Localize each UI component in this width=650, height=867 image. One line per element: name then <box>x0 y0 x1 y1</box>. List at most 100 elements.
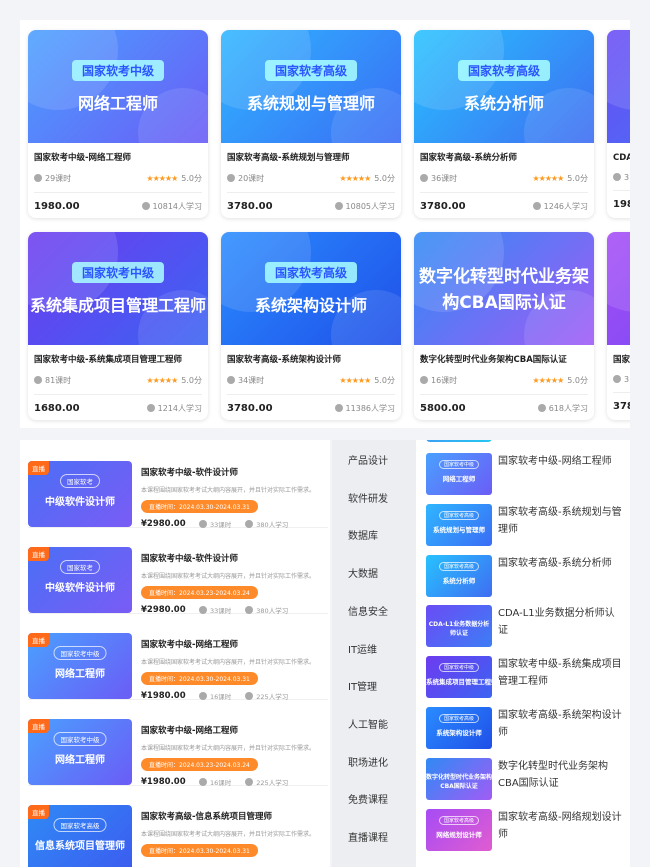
lessons: 34课时 <box>227 375 264 386</box>
course-banner-title: 系统架构设计师 <box>436 729 482 737</box>
course-thumbnail[interactable]: 国家软考高级 系统架构设计师 <box>221 232 401 345</box>
student-count-text: 380人学习 <box>256 521 289 529</box>
student-count: 10805人学习 <box>334 201 395 212</box>
course-card[interactable]: 国家 3 378 <box>607 232 630 420</box>
live-course-thumbnail[interactable]: 直播 国家软考中级 网络工程师 <box>28 719 132 785</box>
course-meta: 81课时 ★★★★★ 5.0分 <box>28 365 208 386</box>
lessons: 16课时 <box>199 691 231 701</box>
course-banner-title: 网络工程师 <box>55 755 105 766</box>
category-item[interactable]: 信息安全 <box>348 603 388 618</box>
recommended-thumbnail[interactable]: 国家软考高级 系统架构设计师 <box>426 707 492 749</box>
student-count: 380人学习 <box>245 605 288 615</box>
course-thumbnail[interactable]: 国家软考中级 系统集成项目管理工程师 <box>28 232 208 345</box>
course-title[interactable]: CDA-L1业务数据分析师认证 <box>607 143 630 163</box>
course-description: 本课程围绕国家软考考试大纲内容展开，并且针对实际工作需求。 <box>141 745 316 752</box>
course-card[interactable]: 国家软考高级 系统架构设计师 国家软考高级-系统架构设计师 34课时 ★★★★★ 5.0分… <box>221 232 401 420</box>
recommended-item[interactable]: 数字化转型时代业务架构CBA国际认证 数字化转型时代业务架构CBA国际认证 <box>426 757 626 804</box>
course-title[interactable]: 国家 <box>607 345 630 365</box>
course-footer: 1980.00 10814人学习 <box>28 193 208 212</box>
course-level-tag: 国家软考高级 <box>438 815 480 825</box>
recommended-thumbnail[interactable]: 国家软考高级 系统分析师 <box>426 554 492 597</box>
course-title[interactable]: 国家软考中级-系统集成项目管理工程师 <box>28 345 208 365</box>
course-banner-title: CDA-L1业务数据分析师认证 <box>428 621 490 638</box>
course-level-tag: 国家软考高级 <box>264 60 358 81</box>
recommended-item[interactable]: 国家软考高级 网络规划设计师 国家软考高级-网络规划设计师 <box>426 808 626 855</box>
course-footer: ¥1980.00 16课时 225人学习 <box>141 691 326 701</box>
category-item[interactable]: 大数据 <box>348 565 378 580</box>
category-item[interactable]: IT管理 <box>348 678 377 693</box>
recommended-title[interactable]: CDA-L1业务数据分析师认证 <box>498 605 622 639</box>
live-course-item[interactable]: 直播 国家软考中级 网络工程师 国家软考中级-网络工程师本课程围绕国家软考考试大纲内容… <box>28 616 328 701</box>
category-item[interactable]: 职场进化 <box>348 754 388 769</box>
live-course-item[interactable]: 直播 国家软考 中级软件设计师 国家软考中级-软件设计师 本课程围绕国家软考考试大纲内容… <box>28 444 328 529</box>
course-price: 1980.00 <box>34 201 80 212</box>
course-thumbnail[interactable]: 国家软考高级 系统分析师 <box>414 30 594 143</box>
live-badge: 直播 <box>28 805 49 819</box>
recommended-thumbnail[interactable]: CDA-L1业务数据分析师认证 <box>426 605 492 648</box>
course-thumbnail[interactable]: 数字化转型时代业务架构CBA国际认证 <box>414 232 594 345</box>
live-course-thumbnail[interactable]: 直播 国家软考中级 网络工程师 <box>28 633 132 699</box>
course-title[interactable]: 国家软考中级-网络工程师 <box>28 143 208 163</box>
recommended-title[interactable]: 国家软考高级-网络规划设计师 <box>498 809 622 843</box>
recommended-thumbnail[interactable]: 国家软考高级 网络规划设计师 <box>426 808 492 851</box>
category-item[interactable]: 数据库 <box>348 527 378 542</box>
category-item[interactable]: 人工智能 <box>348 716 388 731</box>
course-title[interactable]: 国家软考高级-信息系统项目管理师 <box>141 810 326 822</box>
category-item[interactable]: IT运维 <box>348 641 377 656</box>
recommended-thumbnail[interactable]: 国家软考高级 系统规划与管理师 <box>426 503 492 546</box>
category-item[interactable]: 直播课程 <box>348 829 388 844</box>
course-title[interactable]: 国家软考中级-软件设计师 <box>141 466 326 478</box>
course-card[interactable]: 国家软考中级 网络工程师 国家软考中级-网络工程师 29课时 ★★★★★ 5.0分 1980… <box>28 30 208 218</box>
recommended-title[interactable]: 国家软考高级-系统分析师 <box>498 555 622 572</box>
course-card[interactable]: 国家软考高级 系统分析师 国家软考高级-系统分析师 36课时 ★★★★★ 5.0分 3780… <box>414 30 594 218</box>
live-course-item[interactable]: 直播 国家软考高级 信息系统项目管理师 国家软考高级-信息系统项目管理师 本课程围绕国家… <box>28 788 328 867</box>
recommended-item[interactable]: 国家软考中级 系统集成项目管理工程师 国家软考中级-系统集成项目管理工程师 <box>426 656 626 702</box>
course-card[interactable]: 国家软考高级 系统规划与管理师 国家软考高级-系统规划与管理师 20课时 ★★★★★ 5.… <box>221 30 401 218</box>
course-meta: 3 <box>607 365 630 384</box>
category-item[interactable]: 软件研发 <box>348 490 388 505</box>
recommended-title[interactable]: 国家软考高级-系统规划与管理师 <box>498 504 622 538</box>
live-course-thumbnail[interactable]: 直播 国家软考高级 信息系统项目管理师 <box>28 805 132 867</box>
course-title[interactable]: 国家软考中级-网络工程师 <box>141 638 326 650</box>
recommended-item[interactable]: 国家软考中级 网络工程师 国家软考中级-网络工程师 <box>426 453 626 499</box>
course-title[interactable]: 数字化转型时代业务架构CBA国际认证 <box>414 345 594 365</box>
recommended-item[interactable]: CDA-L1业务数据分析师认证 CDA-L1业务数据分析师认证 <box>426 605 626 651</box>
live-course-item[interactable]: 直播 国家软考 中级软件设计师 国家软考中级-软件设计师 本课程围绕国家软考考试大纲内容… <box>28 530 328 615</box>
recommended-courses: 国家软考中级 网络工程师 国家软考中级-网络工程师 国家软考高级 系统规划与管理师 国家软… <box>416 440 630 867</box>
recommended-thumbnail[interactable]: 国家软考中级 网络工程师 <box>426 453 492 495</box>
recommended-title[interactable]: 国家软考高级-系统架构设计师 <box>498 707 622 741</box>
live-course-thumbnail[interactable]: 直播 国家软考 中级软件设计师 <box>28 547 132 613</box>
course-title[interactable]: 国家软考高级-系统架构设计师 <box>221 345 401 365</box>
recommended-title[interactable]: 国家软考中级-网络工程师 <box>498 453 622 470</box>
live-course-item[interactable]: 直播 国家软考中级 网络工程师 国家软考中级-网络工程师本课程围绕国家软考考试大纲内容… <box>28 702 328 787</box>
user-icon <box>532 202 541 210</box>
live-course-thumbnail[interactable]: 直播 国家软考 中级软件设计师 <box>28 461 132 527</box>
category-item[interactable]: 免费课程 <box>348 791 388 806</box>
recommended-item[interactable]: 国家软考高级 系统架构设计师 国家软考高级-系统架构设计师 <box>426 707 626 753</box>
course-description: 本课程围绕国家软考考试大纲内容展开，并且针对实际工作需求。 <box>141 659 316 666</box>
course-thumbnail[interactable]: 国家软考中级 网络工程师 <box>28 30 208 143</box>
course-card[interactable]: 国家软考中级 系统集成项目管理工程师 国家软考中级-系统集成项目管理工程师 81课时 ★… <box>28 232 208 420</box>
course-thumbnail[interactable] <box>607 30 630 143</box>
course-level-tag: 国家软考中级 <box>71 60 165 81</box>
rating-score: 5.0分 <box>181 174 202 183</box>
rating: ★★★★★ 5.0分 <box>339 375 395 386</box>
course-title[interactable]: 国家软考高级-系统规划与管理师 <box>221 143 401 163</box>
recommended-item[interactable]: 国家软考高级 系统分析师 国家软考高级-系统分析师 <box>426 554 626 601</box>
course-thumbnail[interactable]: 国家软考高级 系统规划与管理师 <box>221 30 401 143</box>
recommended-title[interactable]: 数字化转型时代业务架构CBA国际认证 <box>498 758 622 792</box>
recommended-item[interactable]: 国家软考高级 系统规划与管理师 国家软考高级-系统规划与管理师 <box>426 503 626 550</box>
recommended-title[interactable]: 国家软考中级-系统集成项目管理工程师 <box>498 656 622 690</box>
recommended-thumbnail[interactable]: 国家软考中级 系统集成项目管理工程师 <box>426 656 492 699</box>
course-title[interactable]: 国家软考中级-网络工程师 <box>141 724 326 736</box>
course-title[interactable]: 国家软考中级-软件设计师 <box>141 552 326 564</box>
course-level-tag: 国家软考高级 <box>438 510 480 520</box>
course-card[interactable]: CDA-L1业务数据分析师认证 3 198 <box>607 30 630 218</box>
course-banner-title: 网络工程师 <box>77 94 158 113</box>
category-item[interactable]: 产品设计 <box>348 452 388 467</box>
course-card[interactable]: 数字化转型时代业务架构CBA国际认证 数字化转型时代业务架构CBA国际认证 16课时… <box>414 232 594 420</box>
recommended-thumbnail[interactable]: 数字化转型时代业务架构CBA国际认证 <box>426 757 492 800</box>
course-thumbnail[interactable] <box>607 232 630 345</box>
course-banner-title: 系统分析师 <box>463 94 544 113</box>
course-title[interactable]: 国家软考高级-系统分析师 <box>414 143 594 163</box>
